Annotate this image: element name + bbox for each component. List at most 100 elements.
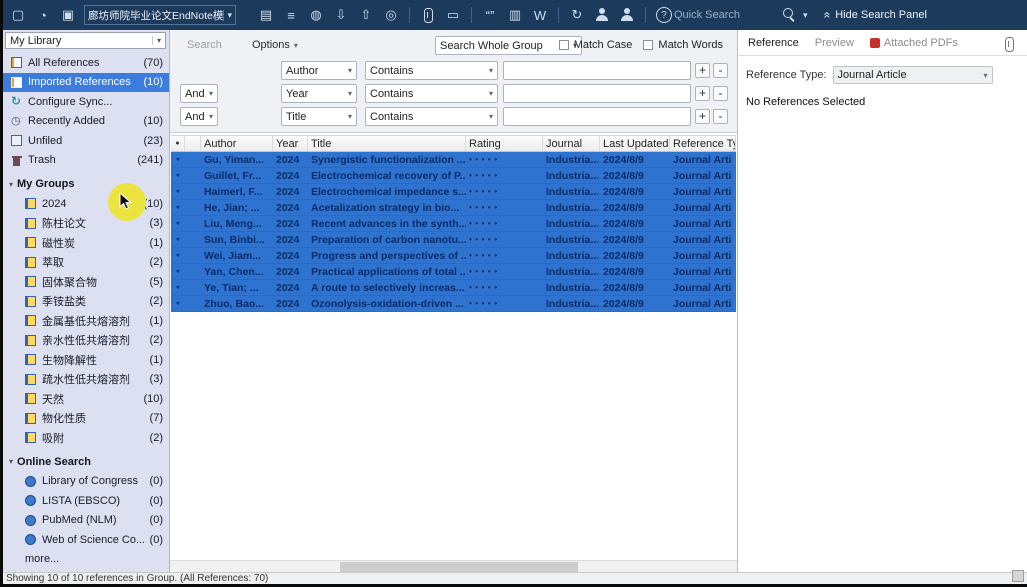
tab-reference[interactable]: Reference <box>748 37 799 49</box>
local-library-mode-icon[interactable]: ▢ <box>8 5 28 25</box>
help-icon[interactable]: ? <box>656 7 672 23</box>
chevron-down-icon: ▾ <box>344 66 352 75</box>
sidebar-item-unfiled[interactable]: Unfiled (23) <box>3 131 169 151</box>
remove-row-button[interactable]: - <box>713 86 728 101</box>
attach-file-icon[interactable] <box>418 5 438 25</box>
search-value-input[interactable] <box>503 107 691 126</box>
remove-row-button[interactable]: - <box>713 109 728 124</box>
sidebar-item-configure-sync[interactable]: Configure Sync... <box>3 92 169 112</box>
sidebar-group-item[interactable]: 吸附 (2) <box>3 428 169 448</box>
sidebar-item-all-references[interactable]: All References (70) <box>3 53 169 73</box>
my-groups-header[interactable]: ▾ My Groups <box>3 174 169 194</box>
column-rating[interactable]: Rating <box>466 136 543 151</box>
remove-row-button[interactable]: - <box>713 63 728 78</box>
integrated-library-mode-icon[interactable]: ▣ <box>58 5 78 25</box>
add-row-button[interactable]: + <box>695 86 710 101</box>
connector-select[interactable]: And ▾ <box>180 107 218 126</box>
sidebar-online-item[interactable]: Library of Congress (0) <box>3 472 169 492</box>
travel-library-icon[interactable] <box>617 5 637 25</box>
sidebar-group-item[interactable]: 物化性质 (7) <box>3 409 169 429</box>
sidebar-item-recently-added[interactable]: Recently Added (10) <box>3 112 169 132</box>
tab-attached-pdfs[interactable]: Attached PDFs <box>870 37 958 49</box>
sidebar-group-item[interactable]: 萃取 (2) <box>3 253 169 273</box>
add-row-button[interactable]: + <box>695 63 710 78</box>
field-select[interactable]: Author ▾ <box>281 61 357 80</box>
options-button[interactable]: Options ▾ <box>252 39 298 51</box>
paperclip-icon[interactable] <box>999 34 1017 52</box>
attachment-column[interactable] <box>185 136 201 151</box>
toolbar-separator <box>471 7 472 23</box>
search-button[interactable]: Search <box>187 39 222 51</box>
match-case-checkbox[interactable] <box>559 40 569 50</box>
sidebar-online-item[interactable]: PubMed (NLM) (0) <box>3 511 169 531</box>
sidebar-group-item[interactable]: 天然 (10) <box>3 389 169 409</box>
online-search-mode-icon[interactable]: ◔ <box>33 5 53 25</box>
output-style-select[interactable]: 廊坊师院毕业论文EndNote模板 ▾ <box>84 5 236 25</box>
match-words-checkbox[interactable] <box>643 40 653 50</box>
reference-type-select[interactable]: Journal Article ▾ <box>833 66 993 84</box>
sidebar-group-item[interactable]: 磁性炭 (1) <box>3 233 169 253</box>
find-full-text-icon[interactable]: ◎ <box>381 5 401 25</box>
table-row[interactable]: ● Sun, Binbi... 2024 Preparation of carb… <box>171 232 736 248</box>
table-header[interactable]: ● Author Year Title Rating Journal Last … <box>171 135 736 152</box>
search-value-input[interactable] <box>503 61 691 80</box>
edit-reference-icon[interactable]: ≡ <box>281 5 301 25</box>
sidebar-item-imported-references[interactable]: Imported References (10) <box>3 73 169 93</box>
comparator-select[interactable]: Contains ▾ <box>365 61 498 80</box>
sync-library-icon[interactable]: ↻ <box>567 5 587 25</box>
table-row[interactable]: ● Guillet, Fr... 2024 Electrochemical re… <box>171 168 736 184</box>
quick-search-input[interactable] <box>674 9 779 21</box>
comparator-select[interactable]: Contains ▾ <box>365 84 498 103</box>
library-selector[interactable]: My Library ▾ <box>5 32 166 49</box>
more-link[interactable]: more... <box>3 550 169 570</box>
cell-title: Preparation of carbon nanotu... <box>308 234 466 246</box>
table-row[interactable]: ● Zhuo, Bao... 2024 Ozonolysis-oxidation… <box>171 296 736 312</box>
column-reference-type[interactable]: Reference Ty <box>670 136 736 151</box>
connector-select[interactable]: And ▾ <box>180 84 218 103</box>
table-row[interactable]: ● Gu, Yiman... 2024 Synergistic function… <box>171 152 736 168</box>
column-journal[interactable]: Journal <box>543 136 600 151</box>
hide-search-panel-button[interactable]: « Hide Search Panel <box>824 8 927 22</box>
online-search-header[interactable]: ▾ Online Search <box>3 452 169 472</box>
sidebar-group-item[interactable]: 亲水性低共熔溶剂 (2) <box>3 331 169 351</box>
export-icon[interactable]: ⇧ <box>356 5 376 25</box>
column-title[interactable]: Title <box>308 136 466 151</box>
sidebar-group-item[interactable]: 金属基低共熔溶剂 (1) <box>3 311 169 331</box>
field-select[interactable]: Title ▾ <box>281 107 357 126</box>
insert-citation-icon[interactable]: “” <box>480 5 500 25</box>
sidebar-group-item[interactable]: 季铵盐类 (2) <box>3 292 169 312</box>
table-row[interactable]: ● Yan, Chen... 2024 Practical applicatio… <box>171 264 736 280</box>
column-last-updated[interactable]: Last Updated <box>600 136 670 151</box>
field-select[interactable]: Year ▾ <box>281 84 357 103</box>
sidebar-online-item[interactable]: LISTA (EBSCO) (0) <box>3 491 169 511</box>
column-year[interactable]: Year <box>273 136 308 151</box>
import-icon[interactable]: ⇩ <box>331 5 351 25</box>
go-to-word-icon[interactable]: W <box>530 5 550 25</box>
table-row[interactable]: ● Haimerl, F... 2024 Electrochemical imp… <box>171 184 736 200</box>
comparator-select[interactable]: Contains ▾ <box>365 107 498 126</box>
search-value-input[interactable] <box>503 84 691 103</box>
scrollbar-thumb[interactable] <box>340 562 578 572</box>
tab-preview[interactable]: Preview <box>815 37 854 49</box>
sidebar-group-item[interactable]: 固体聚合物 (5) <box>3 272 169 292</box>
open-file-icon[interactable]: ▭ <box>443 5 463 25</box>
table-row[interactable]: ● Ye, Tian; ... 2024 A route to selectiv… <box>171 280 736 296</box>
share-library-icon[interactable] <box>592 5 612 25</box>
new-reference-icon[interactable]: ▤ <box>256 5 276 25</box>
table-row[interactable]: ● Liu, Meng... 2024 Recent advances in t… <box>171 216 736 232</box>
sidebar-online-item[interactable]: Web of Science Co... (0) <box>3 530 169 550</box>
table-row[interactable]: ● He, Jian; ... 2024 Acetalization strat… <box>171 200 736 216</box>
sidebar-group-item[interactable]: 陈柱论文 (3) <box>3 214 169 234</box>
record-status-column[interactable]: ● <box>171 136 185 151</box>
sidebar-group-item[interactable]: 生物降解性 (1) <box>3 350 169 370</box>
chevron-down-icon[interactable]: ▾ <box>803 10 808 21</box>
add-row-button[interactable]: + <box>695 109 710 124</box>
column-author[interactable]: Author <box>201 136 273 151</box>
table-row[interactable]: ● Wei, Jiam... 2024 Progress and perspec… <box>171 248 736 264</box>
sidebar-group-item[interactable]: 疏水性低共熔溶剂 (3) <box>3 370 169 390</box>
resize-grip[interactable] <box>1012 570 1024 582</box>
search-icon[interactable] <box>779 5 799 25</box>
sidebar-item-trash[interactable]: Trash (241) <box>3 151 169 171</box>
format-bibliography-icon[interactable]: ▥ <box>505 5 525 25</box>
online-search-icon[interactable]: ◍ <box>306 5 326 25</box>
